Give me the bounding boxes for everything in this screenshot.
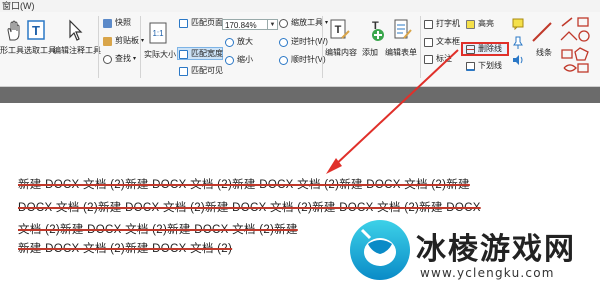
fit-page-icon — [179, 18, 188, 28]
edit-form-icon[interactable] — [394, 18, 412, 42]
typewriter-label: 打字机 — [436, 19, 460, 28]
highlight-icon — [466, 19, 475, 29]
callout-label: 标注 — [436, 54, 452, 63]
strikeout-icon — [466, 44, 475, 54]
fit-width-icon — [179, 49, 188, 59]
document-line: 新建 DOCX 文档 (2)新建 DOCX 文档 (2) — [18, 243, 233, 255]
select-text-label[interactable]: 选取工具 — [24, 46, 56, 56]
rotate-cw-label: 顺时针(V) — [291, 55, 326, 64]
document-line: 新建 DOCX 文档 (2)新建 DOCX 文档 (2)新建 DOCX 文档 (… — [18, 179, 470, 191]
watermark-title: 冰棱游戏网 — [416, 232, 576, 267]
snapshot-label: 快照 — [115, 18, 131, 27]
edit-content-label[interactable]: 编辑内容 — [325, 48, 357, 58]
watermark: 冰棱游戏网 www.yclengku.com — [346, 214, 600, 286]
zoom-tool-label: 缩放工具 — [291, 18, 323, 27]
line-tool-icon[interactable] — [530, 20, 554, 44]
strikeout-button[interactable]: 删除线 — [466, 44, 502, 54]
note-icon[interactable] — [512, 18, 524, 30]
edit-form-label[interactable]: 编辑表单 — [385, 48, 417, 58]
find-button[interactable]: 查找 ▾ — [103, 54, 136, 64]
underline-label: 下划线 — [478, 61, 502, 70]
document-line: DOCX 文档 (2)新建 DOCX 文档 (2)新建 DOCX 文档 (2)新… — [18, 202, 481, 214]
camera-icon — [103, 18, 112, 28]
typewriter-icon — [424, 19, 433, 29]
fit-page-button[interactable]: 匹配页面 — [179, 18, 223, 28]
line-tool-label[interactable]: 线条 — [536, 48, 552, 58]
pin-icon[interactable] — [512, 36, 524, 50]
search-icon — [103, 54, 112, 64]
zoom-out-button[interactable]: 缩小 — [225, 55, 253, 65]
svg-text:T: T — [32, 23, 40, 38]
edit-content-icon[interactable]: T — [330, 18, 350, 42]
rotate-ccw-icon — [279, 37, 288, 47]
add-label[interactable]: 添加 — [362, 48, 378, 58]
hand-icon[interactable] — [5, 20, 23, 42]
edit-annot-label[interactable]: 编辑注释工具 — [53, 46, 101, 56]
magnifier-icon — [279, 18, 288, 28]
fit-visible-button[interactable]: 匹配可见 — [179, 66, 223, 76]
textbox-button[interactable]: 文本框 — [424, 37, 460, 47]
highlight-button[interactable]: 高亮 — [466, 19, 494, 29]
watermark-logo-icon — [350, 220, 410, 280]
svg-text:T: T — [335, 24, 342, 36]
select-text-icon[interactable]: T — [27, 20, 45, 40]
rotate-cw-icon — [279, 55, 288, 65]
zoom-in-label: 放大 — [237, 37, 253, 46]
highlight-label: 高亮 — [478, 19, 494, 28]
left-tool-label[interactable]: 形工具 — [0, 46, 24, 56]
cursor-icon[interactable] — [67, 19, 83, 41]
textbox-label: 文本框 — [436, 37, 460, 46]
toolbar-shadow-bar — [0, 87, 600, 103]
shapes-icon[interactable] — [558, 16, 600, 76]
watermark-url: www.yclengku.com — [420, 266, 555, 280]
fit-visible-label: 匹配可见 — [191, 66, 223, 75]
zoom-out-label: 缩小 — [237, 55, 253, 64]
zoom-in-button[interactable]: 放大 — [225, 37, 253, 47]
underline-button[interactable]: 下划线 — [466, 61, 502, 71]
zoom-input[interactable]: 170.84% — [222, 19, 268, 30]
zoom-in-icon — [225, 37, 234, 47]
clipboard-label: 剪贴板 — [115, 36, 139, 45]
underline-icon — [466, 61, 475, 71]
speaker-icon[interactable] — [512, 54, 524, 66]
typewriter-button[interactable]: 打字机 — [424, 19, 460, 29]
zoom-tool-button[interactable]: 缩放工具 ▾ — [279, 18, 328, 28]
actual-size-label[interactable]: 实际大小 — [144, 50, 176, 60]
window-menu[interactable]: 窗口(W) — [0, 1, 35, 11]
add-icon[interactable]: T — [366, 18, 386, 42]
strikeout-label: 删除线 — [478, 44, 502, 53]
ribbon-toolbar: 形工具 T 选取工具 编辑注释工具 快照 剪贴板 ▾ 查找 ▾ 1:1 实际大小… — [0, 12, 600, 87]
fit-visible-icon — [179, 66, 188, 76]
svg-text:1:1: 1:1 — [152, 29, 164, 38]
fit-width-button[interactable]: 匹配宽度 — [179, 49, 223, 59]
textbox-icon — [424, 37, 433, 47]
clipboard-button[interactable]: 剪贴板 ▾ — [103, 36, 144, 46]
zoom-out-icon — [225, 55, 234, 65]
rotate-ccw-button[interactable]: 逆时针(W) — [279, 37, 328, 47]
callout-button[interactable]: 标注 — [424, 54, 452, 64]
actual-size-icon[interactable]: 1:1 — [149, 22, 167, 44]
fit-page-label: 匹配页面 — [191, 18, 223, 27]
rotate-cw-button[interactable]: 顺时针(V) — [279, 55, 326, 65]
clipboard-icon — [103, 36, 112, 46]
fit-width-label: 匹配宽度 — [191, 49, 223, 58]
snapshot-button[interactable]: 快照 — [103, 18, 131, 28]
document-line: 文档 (2)新建 DOCX 文档 (2)新建 DOCX 文档 (2)新建 — [18, 224, 298, 236]
find-label: 查找 — [115, 54, 131, 63]
chevron-down-icon[interactable]: ▼ — [268, 19, 278, 30]
callout-icon — [424, 54, 433, 64]
